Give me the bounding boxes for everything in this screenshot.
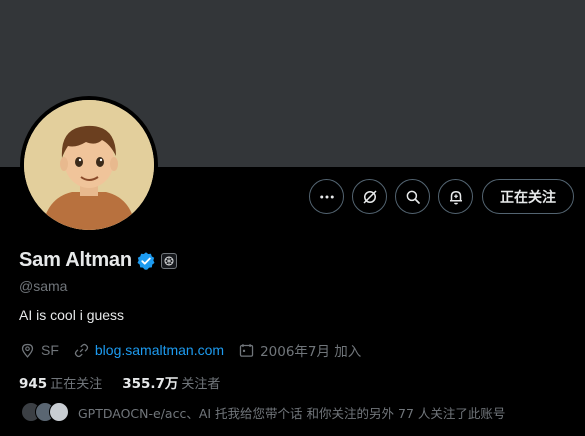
following-button[interactable]: 正在关注 [482, 179, 574, 214]
profile-bio: AI is cool i guess [19, 307, 125, 323]
followers-label: 关注者 [181, 377, 221, 392]
followers-you-know-text: GPTDAOCN-e/acc、AI 托我给您带个话 和你关注的另外 77 人关注… [78, 405, 506, 421]
more-horizontal-icon [319, 195, 334, 198]
joined-text: 2006年7月 加入 [260, 344, 362, 360]
profile-handle: @sama [19, 278, 68, 294]
followers-you-know[interactable]: GPTDAOCN-e/acc、AI 托我给您带个话 和你关注的另外 77 人关注… [21, 400, 505, 424]
calendar-icon [239, 343, 254, 357]
mutual-avatars [21, 400, 71, 424]
grok-button[interactable] [352, 179, 387, 214]
search-profile-button[interactable] [395, 179, 430, 214]
location-item: SF [19, 342, 59, 359]
location-pin-icon [21, 343, 34, 358]
more-options-button[interactable] [309, 179, 344, 214]
followers-stat-link[interactable]: 355.7万 关注者 [122, 372, 220, 392]
location-text: SF [41, 342, 59, 358]
followers-count: 355.7万 [122, 376, 179, 392]
profile-name: Sam Altman [19, 249, 132, 271]
notify-button[interactable] [438, 179, 473, 214]
search-icon [406, 190, 420, 204]
avatar [49, 402, 69, 422]
website-link[interactable]: blog.samaltman.com [95, 342, 224, 358]
name-row: Sam Altman [19, 249, 177, 272]
openai-logo-icon [164, 256, 174, 265]
following-count: 945 [19, 375, 48, 392]
website-item[interactable]: blog.samaltman.com [73, 342, 224, 359]
following-stat-link[interactable]: 945 正在关注 [19, 373, 102, 392]
bell-plus-icon [449, 190, 462, 204]
affiliation-badge[interactable] [160, 252, 177, 269]
profile-avatar[interactable] [20, 96, 158, 234]
following-label: 正在关注 [50, 376, 103, 392]
avatar-illustration [24, 100, 154, 230]
joined-item: 2006年7月 加入 [238, 340, 361, 360]
profile-meta: SF blog.samaltman.com 2006年7月 加入 [19, 340, 375, 360]
verified-badge-icon[interactable] [136, 251, 156, 271]
link-icon [74, 343, 89, 357]
profile-stats: 945 正在关注 355.7万 关注者 [19, 372, 240, 393]
grok-icon [362, 189, 377, 204]
